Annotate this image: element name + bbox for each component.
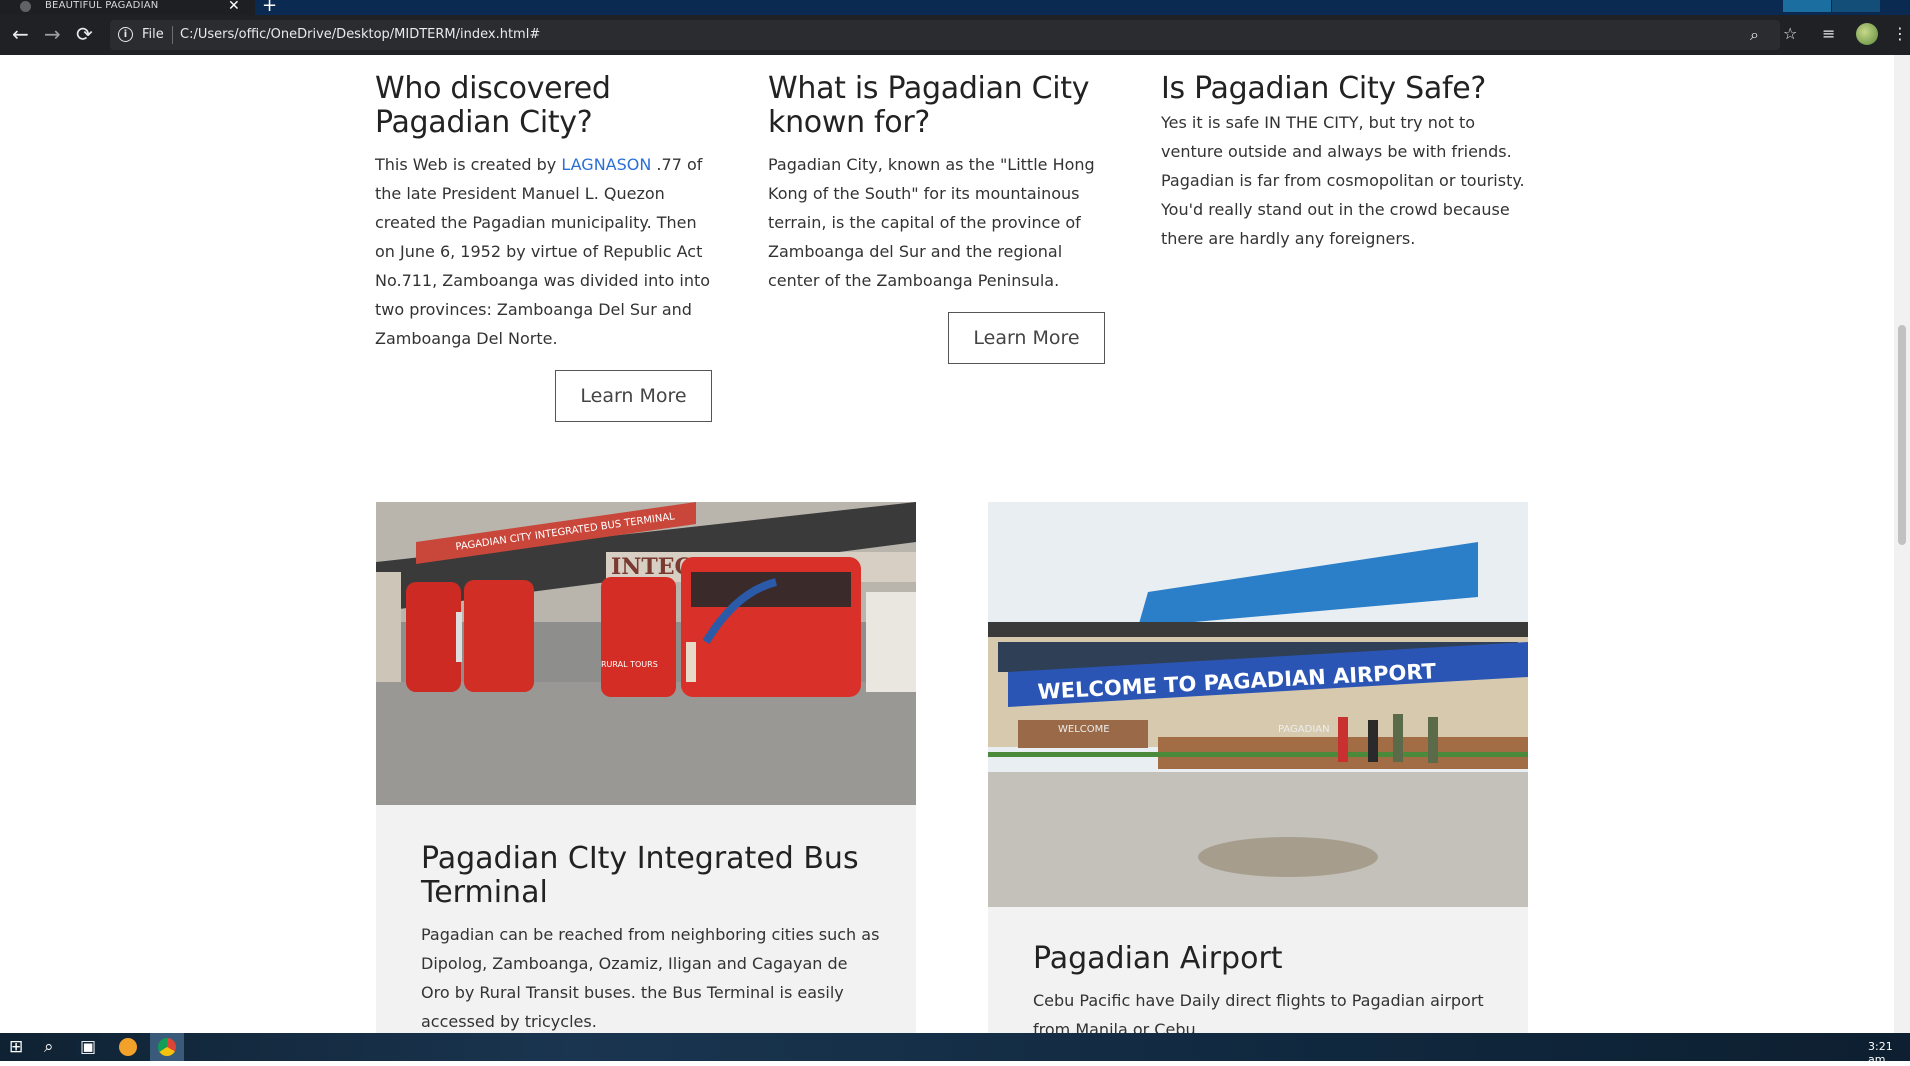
sign-text: PAGADIAN [1278,724,1330,735]
address-bar[interactable]: i File C:/Users/offic/OneDrive/Desktop/M… [110,20,1780,50]
reading-list-icon[interactable]: ≡ [1822,24,1835,43]
back-icon[interactable]: ← [12,24,29,44]
airport-image: WELCOME TO PAGADIAN AIRPORT WELCOME PAGA… [988,502,1528,907]
clock[interactable]: 3:21 am [1868,1040,1910,1066]
bus-terminal-image: PAGADIAN CITY INTEGRATED BUS TERMINAL IN… [376,502,916,805]
card-title: Pagadian Airport [1033,941,1283,976]
section-known-for: What is Pagadian City known for? Pagadia… [768,72,1108,295]
start-icon[interactable]: ⊞ [9,1037,23,1057]
profile-avatar[interactable] [1856,23,1878,45]
section-body: Yes it is safe IN THE CITY, but try not … [1161,113,1525,248]
chrome-icon [158,1038,176,1056]
card-content: Pagadian Airport Cebu Pacific have Daily… [1033,942,1493,1044]
scheme-label: File [142,27,164,42]
app-icon[interactable] [119,1038,137,1056]
section-title: Is Pagadian City Safe? [1161,71,1486,106]
card-airport: WELCOME TO PAGADIAN AIRPORT WELCOME PAGA… [988,502,1528,1039]
section-body: Pagadian City, known as the "Little Hong… [768,155,1095,290]
sign-text: WELCOME [1058,724,1110,735]
section-title: Who discovered Pagadian City? [375,71,611,140]
info-icon[interactable]: i [118,27,133,42]
menu-icon[interactable]: ⋮ [1892,24,1908,43]
chrome-taskbar-button[interactable] [150,1033,184,1061]
author-link[interactable]: LAGNASON [561,155,651,174]
browser-toolbar: ← → ⟳ i File C:/Users/offic/OneDrive/Des… [0,15,1910,55]
card-content: Pagadian CIty Integrated Bus Terminal Pa… [421,842,881,1036]
forward-icon[interactable]: → [44,24,61,44]
new-tab-button[interactable]: + [262,0,277,15]
learn-more-button-2[interactable]: Learn More [948,312,1105,364]
section-title: What is Pagadian City known for? [768,71,1090,140]
maximize-button[interactable] [1832,0,1880,12]
learn-more-button-1[interactable]: Learn More [555,370,712,422]
section-who-discovered: Who discovered Pagadian City? This Web i… [375,72,715,353]
scrollbar-thumb[interactable] [1898,325,1906,545]
section-body: This Web is created by LAGNASON .77 of t… [375,155,711,348]
star-icon[interactable]: ☆ [1783,24,1797,43]
card-body: Pagadian can be reached from neighboring… [421,925,880,1031]
reload-icon[interactable]: ⟳ [76,24,93,44]
divider [172,26,173,44]
zoom-icon[interactable]: ⌕ [1750,25,1759,45]
browser-tab[interactable]: BEAUTIFUL PAGADIAN ✕ [0,0,255,15]
section-safety: Is Pagadian City Safe? Yes it is safe IN… [1161,72,1531,253]
tab-title: BEAUTIFUL PAGADIAN [45,0,159,11]
card-title: Pagadian CIty Integrated Bus Terminal [421,841,859,910]
url-text[interactable]: C:/Users/offic/OneDrive/Desktop/MIDTERM/… [180,27,540,42]
windows-taskbar: ⊞ ⌕ ▣ 3:21 am [0,1033,1910,1066]
card-bus-terminal: PAGADIAN CITY INTEGRATED BUS TERMINAL IN… [376,502,916,1033]
search-icon[interactable]: ⌕ [44,1037,54,1057]
tab-strip: BEAUTIFUL PAGADIAN ✕ + [0,0,1910,15]
sign-text: RURAL TOURS [601,660,658,669]
page-scrollbar[interactable] [1894,55,1910,1033]
close-tab-icon[interactable]: ✕ [228,0,240,14]
globe-icon [20,1,31,12]
task-view-icon[interactable]: ▣ [80,1037,96,1057]
minimize-button[interactable] [1783,0,1831,12]
